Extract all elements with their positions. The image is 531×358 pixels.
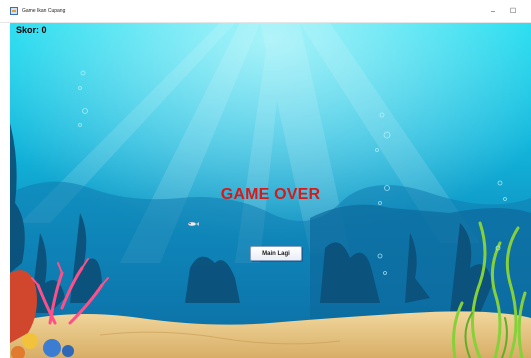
game-over-text: GAME OVER	[220, 186, 321, 203]
maximize-button[interactable]: ☐	[503, 0, 523, 22]
window-controls: – ☐	[483, 0, 523, 22]
game-canvas[interactable]: Skor: 0 GAME OVER Main Lagi	[10, 23, 531, 358]
window-title: Game Ikan Cupang	[22, 8, 66, 14]
minimize-button[interactable]: –	[483, 0, 503, 22]
title-bar: Game Ikan Cupang – ☐	[0, 0, 531, 23]
app-icon	[10, 7, 18, 15]
fish-icon	[187, 221, 199, 227]
game-window: Game Ikan Cupang – ☐ Skor: 0 GAME OVER M…	[0, 0, 531, 358]
play-again-button[interactable]: Main Lagi	[250, 246, 302, 261]
score-display: Skor: 0	[16, 25, 47, 35]
